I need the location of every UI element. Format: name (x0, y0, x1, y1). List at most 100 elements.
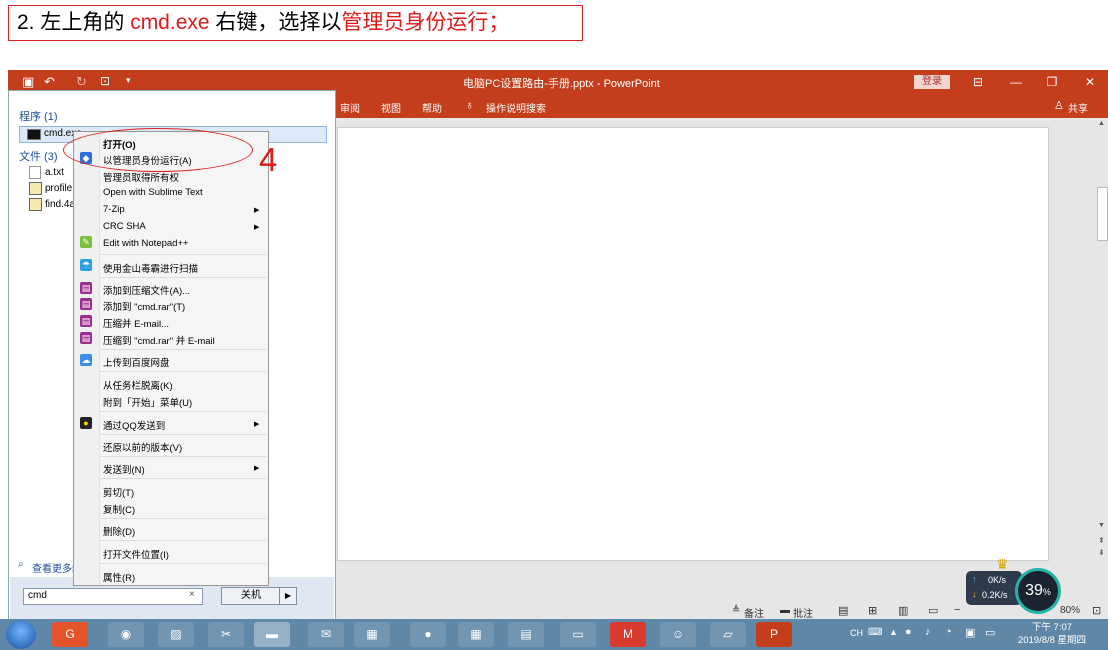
scrollbar-thumb[interactable] (1097, 187, 1108, 241)
search-input[interactable]: cmd × (23, 588, 203, 605)
reading-view-icon[interactable]: ▥ (898, 604, 908, 617)
cmd-taskbar-icon[interactable]: ▬ (254, 622, 290, 647)
menu-item-copy[interactable]: 复制(C) (103, 502, 135, 516)
network-speed-widget[interactable]: ↑ 0K/s ↓ 0.2K/s (966, 571, 1022, 605)
maximize-icon[interactable]: ❐ (1038, 70, 1066, 94)
menu-item-crc-sha[interactable]: CRC SHA (103, 221, 146, 232)
menu-item-baidu-upload[interactable]: 上传到百度网盘 (103, 355, 170, 369)
file-item-label[interactable]: profile (45, 183, 72, 194)
menu-item-open-location[interactable]: 打开文件位置(I) (103, 547, 169, 561)
menu-item-compress-cmd-email[interactable]: 压缩到 "cmd.rar" 并 E-mail (103, 333, 215, 347)
firefox-icon[interactable]: ● (410, 622, 446, 647)
menu-item-notepadpp[interactable]: Edit with Notepad++ (103, 238, 189, 249)
prev-slide-icon[interactable]: ⇞ (1098, 536, 1105, 545)
scroll-up-icon[interactable]: ▲ (1098, 120, 1105, 127)
shutdown-options-icon[interactable]: ▶ (279, 587, 297, 605)
share-button[interactable]: 共享 (1068, 100, 1088, 115)
clock-date: 2019/8/8 星期四 (1017, 635, 1087, 646)
comments-button[interactable]: 批注 (793, 605, 813, 620)
slide-canvas[interactable] (338, 128, 1048, 560)
menu-item-properties[interactable]: 属性(R) (103, 570, 135, 584)
tab-help[interactable]: 帮助 (422, 100, 442, 115)
clock[interactable]: 下午 7:07 2019/8/8 星期四 (1012, 621, 1092, 647)
menu-item-qq-send[interactable]: 通过QQ发送到 (103, 418, 165, 432)
menu-item-delete[interactable]: 删除(D) (103, 524, 135, 538)
volume-icon[interactable]: ♪ (925, 626, 931, 638)
notes-app-icon[interactable]: ▱ (710, 622, 746, 647)
tab-review[interactable]: 审阅 (340, 100, 360, 115)
calculator-icon[interactable]: ▦ (458, 622, 494, 647)
annotation-ellipse (63, 128, 253, 172)
save-icon[interactable]: ▣ (22, 74, 34, 90)
menu-item-7zip[interactable]: 7-Zip (103, 204, 125, 215)
menu-item-add-cmd-rar[interactable]: 添加到 "cmd.rar"(T) (103, 299, 185, 313)
network-tool-icon[interactable]: ▤ (508, 622, 544, 647)
keyboard-icon[interactable]: ⌨ (868, 627, 882, 638)
tab-view[interactable]: 视图 (381, 100, 401, 115)
normal-view-icon[interactable]: ▤ (838, 604, 848, 617)
next-slide-icon[interactable]: ⇟ (1098, 548, 1105, 557)
show-hidden-icons[interactable]: ▲ (889, 627, 898, 637)
baidu-netdisk-icon: ☁ (80, 354, 92, 366)
console-icon (27, 129, 41, 140)
menu-item-unpin-taskbar[interactable]: 从任务栏脱离(K) (103, 378, 173, 392)
slide-sorter-icon[interactable]: ⊞ (868, 604, 877, 617)
menu-separator (100, 371, 266, 372)
redo-icon[interactable]: ↻ (76, 74, 87, 90)
vertical-scrollbar[interactable]: ▲ ▼ ⇞ ⇟ (1095, 118, 1108, 560)
minimize-icon[interactable]: — (1002, 70, 1030, 94)
window-title: 电脑PC设置路由-手册.pptx - PowerPoint (463, 78, 660, 90)
comments-icon[interactable]: ▬ (780, 605, 790, 616)
slideshow-icon[interactable]: ⊡ (100, 74, 110, 88)
menu-item-pin-start[interactable]: 附到「开始」菜单(U) (103, 395, 192, 409)
zoom-level[interactable]: 80% (1060, 605, 1080, 616)
shutdown-button[interactable]: 关机 (221, 587, 281, 605)
menu-item-kingsoft-scan[interactable]: 使用金山毒霸进行扫描 (103, 261, 198, 275)
file-item-label[interactable]: find.4a (45, 199, 75, 210)
notes-button[interactable]: 备注 (744, 605, 764, 620)
chrome-icon[interactable]: ◉ (108, 622, 144, 647)
share-icon[interactable]: ♙ (1054, 99, 1064, 112)
qq-tray-icon[interactable]: ● (905, 626, 912, 638)
display-icon[interactable]: ▭ (985, 626, 995, 639)
powerpoint-taskbar-icon[interactable]: P (756, 622, 792, 647)
undo-icon[interactable]: ↶ (44, 74, 55, 90)
slideshow-view-icon[interactable]: ▭ (928, 604, 938, 617)
tool-icon[interactable]: ✂ (208, 622, 244, 647)
menu-item-restore-versions[interactable]: 还原以前的版本(V) (103, 440, 182, 454)
network-tray-icon[interactable]: ◔ (945, 626, 952, 638)
menu-item-cut[interactable]: 剪切(T) (103, 485, 134, 499)
menu-item-sublime[interactable]: Open with Sublime Text (103, 187, 203, 198)
memory-usage-gauge[interactable]: 39% (1015, 568, 1061, 614)
zoom-out-icon[interactable]: − (954, 604, 960, 616)
language-indicator[interactable]: CH (850, 628, 863, 638)
scroll-down-icon[interactable]: ▼ (1098, 522, 1105, 529)
wps-icon[interactable]: G (52, 622, 88, 647)
wechat-icon[interactable]: ✉ (308, 622, 344, 647)
customize-toolbar-icon[interactable]: ▾ (126, 75, 131, 86)
programs-header: 程序 (1) (19, 111, 58, 123)
menu-separator (100, 478, 266, 479)
clear-search-icon[interactable]: × (189, 589, 195, 600)
start-button[interactable] (6, 620, 36, 649)
tell-me-search[interactable]: 操作说明搜索 (486, 100, 546, 115)
file-explorer-icon[interactable]: ▭ (560, 622, 596, 647)
ribbon-display-icon[interactable]: ⊟ (964, 70, 992, 94)
file-item-label[interactable]: a.txt (45, 167, 64, 178)
menu-item-compress-email[interactable]: 压缩并 E-mail... (103, 316, 169, 330)
login-button[interactable]: 登录 (914, 75, 950, 89)
fit-slide-icon[interactable]: ⊡ (1092, 604, 1101, 617)
close-icon[interactable]: ✕ (1076, 70, 1104, 94)
avatar-app-icon[interactable]: ☺ (660, 622, 696, 647)
action-center-icon[interactable]: ▣ (965, 626, 975, 639)
submenu-arrow-icon: ▶ (254, 224, 260, 231)
m-app-icon[interactable]: M (610, 622, 646, 647)
menu-item-add-archive[interactable]: 添加到压缩文件(A)... (103, 283, 190, 297)
xmind-icon[interactable]: ▨ (158, 622, 194, 647)
settings-file-icon (29, 198, 42, 211)
instruction-middle: 右键，选择以 (209, 11, 342, 34)
notes-icon[interactable]: ≜ (732, 605, 740, 616)
menu-item-send-to[interactable]: 发送到(N) (103, 462, 145, 476)
menu-item-take-ownership[interactable]: 管理员取得所有权 (103, 170, 179, 184)
installer-icon[interactable]: ▦ (354, 622, 390, 647)
